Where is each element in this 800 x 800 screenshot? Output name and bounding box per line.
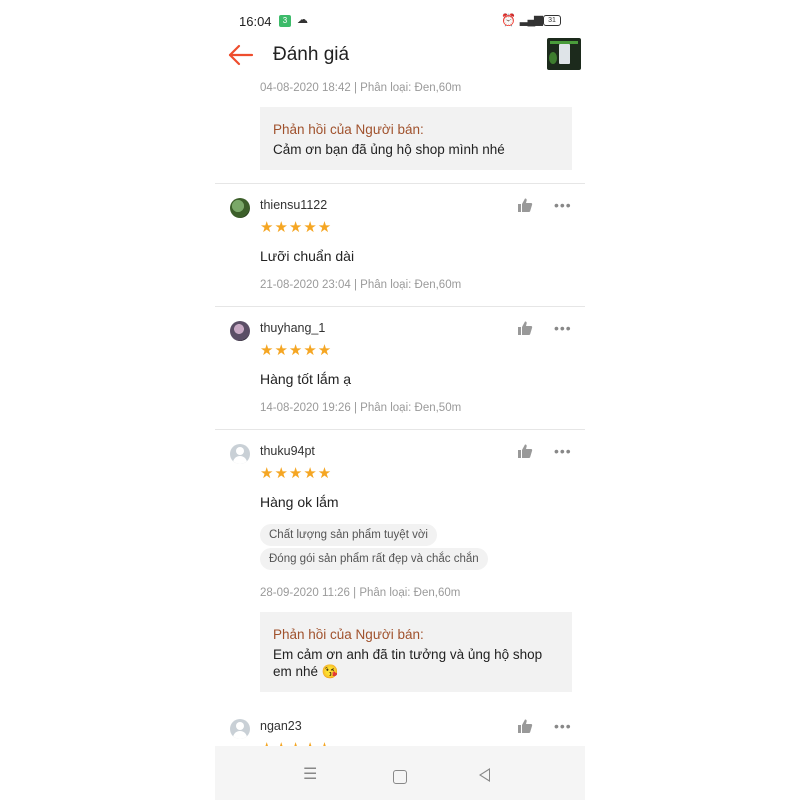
back-triangle-icon[interactable] bbox=[479, 768, 490, 782]
rating-stars: ★★★★★ bbox=[260, 465, 333, 482]
alarm-icon: ⏰ bbox=[501, 13, 516, 27]
seller-reply-label: Phản hồi của Người bán: bbox=[273, 122, 424, 137]
review-item: ngan23 ••• ★★★★★ bbox=[215, 705, 585, 746]
more-options-icon[interactable]: ••• bbox=[554, 321, 572, 335]
cloud-icon: ☁ bbox=[297, 14, 308, 26]
review-meta: 14-08-2020 19:26 | Phân loại: Đen,50m bbox=[260, 402, 462, 414]
app-header: Đánh giá bbox=[215, 38, 585, 74]
review-username[interactable]: thuyhang_1 bbox=[260, 321, 325, 335]
thumbs-up-icon[interactable] bbox=[517, 320, 533, 336]
thumbs-up-icon[interactable] bbox=[517, 443, 533, 459]
page-title: Đánh giá bbox=[273, 44, 350, 65]
review-meta: 04-08-2020 18:42 | Phân loại: Đen,60m bbox=[260, 82, 462, 94]
more-options-icon[interactable]: ••• bbox=[554, 198, 572, 212]
avatar[interactable] bbox=[230, 719, 250, 739]
thumbs-up-icon[interactable] bbox=[517, 718, 533, 734]
menu-icon[interactable]: ☰ bbox=[303, 764, 317, 784]
more-options-icon[interactable]: ••• bbox=[554, 444, 572, 458]
rating-stars: ★★★★★ bbox=[260, 219, 333, 236]
review-item: thiensu1122 ••• ★★★★★ Lưỡi chuẩn dài 21-… bbox=[215, 184, 585, 306]
reviews-list[interactable]: 04-08-2020 18:42 | Phân loại: Đen,60m Ph… bbox=[215, 74, 585, 746]
home-square-icon[interactable] bbox=[393, 770, 407, 784]
review-item: thuyhang_1 ••• ★★★★★ Hàng tốt lắm ạ 14-0… bbox=[215, 307, 585, 429]
seller-reply: Phản hồi của Người bán: Em cảm ơn anh đã… bbox=[260, 612, 572, 692]
system-nav-bar: ☰ bbox=[215, 746, 585, 800]
seller-reply-text: Cảm ơn bạn đã ủng hộ shop mình nhé bbox=[273, 142, 505, 157]
battery-icon: 31 bbox=[543, 15, 561, 26]
more-options-icon[interactable]: ••• bbox=[554, 719, 572, 733]
seller-reply-text: Em cảm ơn anh đã tin tưởng và ủng hộ sho… bbox=[273, 647, 543, 679]
review-username[interactable]: ngan23 bbox=[260, 719, 302, 733]
seller-reply-label: Phản hồi của Người bán: bbox=[273, 627, 424, 642]
rating-stars: ★★★★★ bbox=[260, 342, 333, 359]
status-time: 16:04 bbox=[239, 14, 272, 29]
avatar[interactable] bbox=[230, 444, 250, 464]
avatar[interactable] bbox=[230, 198, 250, 218]
seller-reply: Phản hồi của Người bán: Cảm ơn bạn đã ủn… bbox=[260, 107, 572, 170]
avatar[interactable] bbox=[230, 321, 250, 341]
signal-icon: ▂▄▆ bbox=[520, 14, 543, 26]
review-item: thuku94pt ••• ★★★★★ Hàng ok lắm Chất lượ… bbox=[215, 430, 585, 705]
arrow-left-icon[interactable] bbox=[227, 42, 255, 68]
notification-badge: 3 bbox=[279, 15, 291, 27]
review-username[interactable]: thuku94pt bbox=[260, 444, 315, 458]
review-tag: Chất lượng sản phẩm tuyệt vời bbox=[260, 524, 437, 546]
thumbs-up-icon[interactable] bbox=[517, 197, 533, 213]
review-meta: 28-09-2020 11:26 | Phân loại: Đen,60m bbox=[260, 587, 461, 599]
review-text: Hàng tốt lắm ạ bbox=[260, 371, 352, 387]
review-meta: 21-08-2020 23:04 | Phân loại: Đen,60m bbox=[260, 279, 462, 291]
status-bar: 16:04 3 ☁ ⏰ ▂▄▆ 31 bbox=[215, 0, 585, 40]
rating-stars: ★★★★★ bbox=[260, 739, 332, 746]
phone-screen: 16:04 3 ☁ ⏰ ▂▄▆ 31 Đánh giá 04-08-2020 1… bbox=[215, 0, 585, 800]
review-text: Hàng ok lắm bbox=[260, 494, 339, 510]
product-thumbnail[interactable] bbox=[547, 38, 581, 70]
review-tag: Đóng gói sản phẩm rất đẹp và chắc chắn bbox=[260, 548, 488, 570]
review-text: Lưỡi chuẩn dài bbox=[260, 248, 355, 264]
review-username[interactable]: thiensu1122 bbox=[260, 198, 327, 212]
